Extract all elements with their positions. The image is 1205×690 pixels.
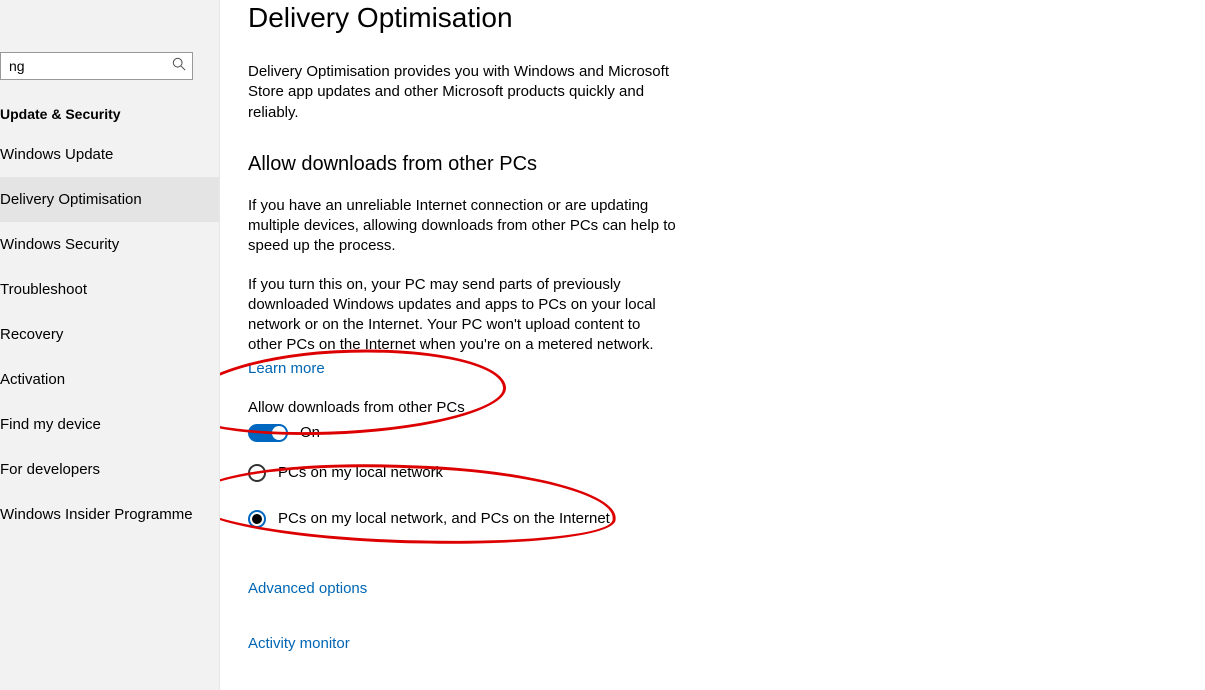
radio-local-and-internet[interactable]: PCs on my local network, and PCs on the …: [248, 510, 1205, 528]
sidebar-item-windows-security[interactable]: Windows Security: [0, 222, 219, 267]
sidebar-item-activation[interactable]: Activation: [0, 357, 219, 402]
section-heading: Allow downloads from other PCs: [248, 153, 1205, 176]
activity-monitor-link[interactable]: Activity monitor: [248, 635, 350, 652]
radio-label: PCs on my local network, and PCs on the …: [278, 510, 610, 527]
toggle-knob: [272, 426, 286, 440]
search-input-container[interactable]: [0, 52, 193, 80]
allow-downloads-toggle[interactable]: [248, 424, 288, 442]
radio-icon: [248, 464, 266, 482]
radio-label: PCs on my local network: [278, 464, 443, 481]
sidebar-section-header: Update & Security: [0, 96, 219, 132]
sidebar-item-delivery-optimisation[interactable]: Delivery Optimisation: [0, 177, 219, 222]
section-para-1: If you have an unreliable Internet conne…: [248, 196, 678, 257]
radio-local-network[interactable]: PCs on my local network: [248, 464, 1205, 482]
sidebar-item-recovery[interactable]: Recovery: [0, 312, 219, 357]
sidebar-item-label: Windows Update: [0, 146, 113, 163]
sidebar-item-label: Windows Insider Programme: [0, 506, 193, 523]
sidebar-item-label: Find my device: [0, 416, 101, 433]
sidebar-item-troubleshoot[interactable]: Troubleshoot: [0, 267, 219, 312]
sidebar-item-label: Windows Security: [0, 236, 119, 253]
sidebar-item-label: Activation: [0, 371, 65, 388]
sidebar: Update & Security Windows Update Deliver…: [0, 0, 220, 690]
sidebar-item-for-developers[interactable]: For developers: [0, 447, 219, 492]
toggle-label: Allow downloads from other PCs: [248, 399, 1205, 416]
sidebar-item-label: Troubleshoot: [0, 281, 87, 298]
toggle-state-label: On: [300, 424, 320, 441]
search-icon: [172, 57, 186, 75]
sidebar-item-find-my-device[interactable]: Find my device: [0, 402, 219, 447]
page-intro: Delivery Optimisation provides you with …: [248, 62, 678, 123]
search-input[interactable]: [7, 57, 161, 75]
radio-icon-selected: [248, 510, 266, 528]
advanced-options-link[interactable]: Advanced options: [248, 580, 367, 597]
sidebar-item-label: For developers: [0, 461, 100, 478]
page-title: Delivery Optimisation: [248, 2, 1205, 34]
sidebar-item-label: Delivery Optimisation: [0, 191, 142, 208]
sidebar-item-windows-insider[interactable]: Windows Insider Programme: [0, 492, 219, 537]
section-para-2: If you turn this on, your PC may send pa…: [248, 275, 678, 356]
main-content: Delivery Optimisation Delivery Optimisat…: [220, 0, 1205, 690]
sidebar-item-windows-update[interactable]: Windows Update: [0, 132, 219, 177]
sidebar-item-label: Recovery: [0, 326, 63, 343]
learn-more-link[interactable]: Learn more: [248, 360, 325, 377]
